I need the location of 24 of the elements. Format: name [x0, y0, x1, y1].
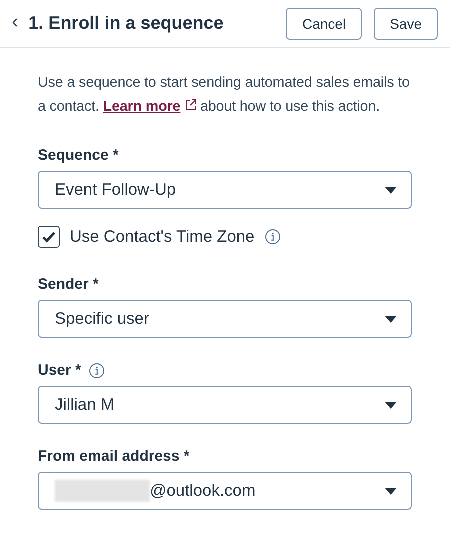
info-icon[interactable]	[264, 229, 281, 245]
field-label: From email address *	[38, 448, 190, 465]
external-link-icon[interactable]	[184, 98, 197, 110]
dropdown-select[interactable]: @outlook.com	[38, 472, 412, 510]
dropdown-select[interactable]: Jillian M	[38, 386, 412, 424]
save-button[interactable]: Save	[374, 8, 438, 40]
checkbox[interactable]	[38, 226, 60, 248]
dropdown-select[interactable]: Event Follow-Up	[38, 171, 412, 209]
caret-icon	[385, 186, 397, 194]
description-text: Use a sequence to start sending automated sales emails to a contact. Learn more about how to use this action.	[38, 74, 411, 116]
checkbox-label: Use Contact's Time Zone	[70, 228, 255, 246]
caret-icon	[385, 402, 397, 408]
info-icon[interactable]	[89, 362, 106, 378]
caret-icon	[385, 316, 397, 322]
field-label: User *	[38, 362, 82, 379]
dropdown-select[interactable]: Specific user	[38, 300, 412, 338]
caret-icon	[385, 488, 397, 494]
cancel-button[interactable]: Cancel	[286, 8, 362, 40]
panel-title: 1. Enroll in a sequence	[28, 13, 225, 34]
back-icon[interactable]: ‹	[12, 12, 19, 32]
learn-more-link[interactable]: Learn more	[103, 98, 181, 114]
check-icon	[42, 231, 56, 243]
field-label: Sequence *	[38, 147, 119, 164]
field-label: Sender *	[38, 276, 99, 293]
